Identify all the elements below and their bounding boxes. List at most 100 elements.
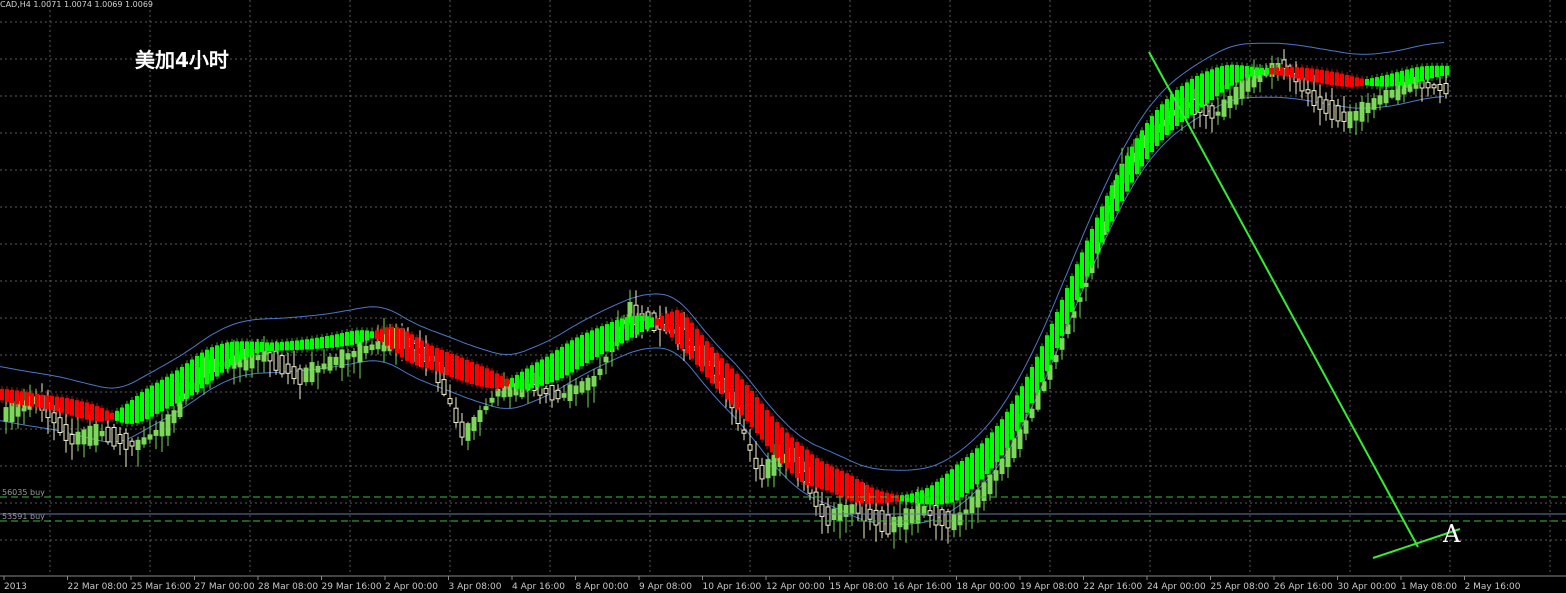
ma-segment: [785, 432, 789, 469]
ma-segment: [465, 359, 469, 383]
ma-segment: [100, 408, 104, 422]
candle-body: [1359, 101, 1365, 122]
ma-segment: [1185, 82, 1189, 119]
x-tick-label: 1 May 08:00: [1401, 582, 1457, 592]
ma-segment: [1155, 110, 1159, 146]
ma-segment: [865, 484, 869, 505]
candle-body: [1203, 104, 1209, 116]
candle-body: [375, 340, 381, 350]
x-tick-label: 15 Apr 08:00: [830, 582, 889, 592]
ma-segment: [1105, 195, 1109, 232]
ma-segment: [780, 427, 784, 464]
ma-segment: [1135, 138, 1139, 175]
ma-segment: [1315, 69, 1319, 83]
order-line-label: 53591 buy: [2, 512, 45, 521]
ma-segment: [1115, 175, 1119, 212]
candle-body: [333, 356, 339, 365]
x-tick-label: 2 Apr 00:00: [385, 582, 438, 592]
ma-segment: [200, 352, 204, 389]
candle-body: [93, 424, 99, 446]
ma-segment: [155, 382, 159, 414]
ma-segment: [815, 458, 819, 488]
candle-body: [261, 351, 267, 362]
candle-body: [141, 437, 147, 445]
chart-background: [0, 0, 1566, 593]
candle-body: [603, 356, 609, 363]
ma-segment: [1340, 73, 1344, 87]
candle-body: [483, 406, 489, 411]
ma-segment: [810, 454, 814, 487]
ma-segment: [1010, 403, 1014, 440]
candle-body: [1371, 98, 1377, 110]
candle-body: [1443, 83, 1449, 95]
candle-body: [747, 444, 753, 451]
ma-segment: [475, 364, 479, 386]
ma-segment: [1130, 146, 1134, 183]
ma-segment: [1055, 312, 1059, 348]
ma-segment: [165, 376, 169, 409]
ma-segment: [1385, 74, 1389, 87]
ma-segment: [1290, 67, 1294, 78]
ma-segment: [1410, 68, 1414, 84]
x-tick-label: 26 Apr 16:00: [1274, 582, 1333, 592]
candle-body: [501, 386, 507, 398]
ma-segment: [345, 332, 349, 346]
x-tick-label: 19 Apr 08:00: [1020, 582, 1079, 592]
ma-segment: [420, 340, 424, 367]
candle-body: [993, 470, 999, 481]
candle-body: [1029, 408, 1035, 419]
candle-body: [339, 349, 345, 368]
ma-segment: [1285, 67, 1289, 77]
ma-segment: [930, 485, 934, 505]
ma-segment: [800, 445, 804, 482]
ma-segment: [15, 390, 19, 405]
ma-segment: [1350, 76, 1354, 87]
ma-segment: [570, 340, 574, 373]
ma-segment: [630, 316, 634, 338]
ma-segment: [715, 352, 719, 389]
ma-segment: [1070, 276, 1074, 313]
candle-body: [1311, 90, 1317, 106]
ma-segment: [425, 343, 429, 369]
ma-segment: [65, 398, 69, 415]
ma-segment: [245, 341, 249, 358]
ma-segment: [1140, 130, 1144, 167]
ma-segment: [760, 403, 764, 440]
candle-body: [885, 514, 891, 535]
ma-segment: [1225, 65, 1229, 90]
ma-segment: [1060, 299, 1064, 336]
candle-body: [1059, 338, 1065, 350]
ma-segment: [270, 342, 274, 351]
ma-segment: [680, 312, 684, 349]
candle-body: [1011, 438, 1017, 459]
ma-segment: [885, 492, 889, 503]
x-tick-label: 2013: [4, 582, 27, 592]
ma-segment: [355, 330, 359, 344]
price-chart: 56035 buy 53591 buy 2013 22 Mar 08:00 25 Ma…: [0, 0, 1566, 593]
ma-segment: [290, 340, 294, 351]
ma-segment: [945, 473, 949, 504]
candle-body: [165, 414, 171, 436]
ma-segment: [350, 331, 354, 345]
ma-segment: [1300, 67, 1304, 80]
ma-segment: [60, 397, 64, 413]
ma-segment: [505, 378, 509, 387]
candle-body: [549, 385, 555, 401]
ma-segment: [1110, 185, 1114, 222]
ma-segment: [1145, 123, 1149, 159]
ma-segment: [770, 416, 774, 453]
ma-segment: [915, 492, 919, 504]
ma-segment: [0, 388, 4, 401]
candle-body: [1023, 420, 1029, 434]
ma-segment: [1430, 65, 1434, 79]
candle-body: [477, 410, 483, 423]
ma-segment: [1170, 94, 1174, 131]
ma-segment: [1235, 65, 1239, 83]
candle-body: [819, 504, 825, 517]
ma-segment: [1220, 66, 1224, 93]
ma-segment: [135, 396, 139, 423]
ma-segment: [70, 399, 74, 416]
ma-segment: [220, 343, 224, 373]
candle-body: [1341, 111, 1347, 122]
ma-segment: [620, 318, 624, 344]
